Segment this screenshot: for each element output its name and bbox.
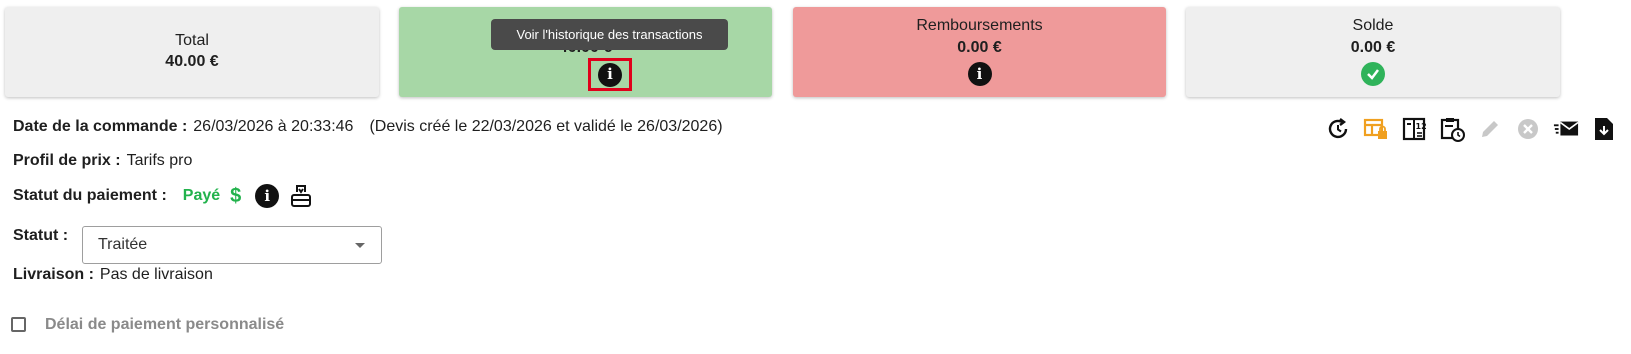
order-date-row: Date de la commande : 26/03/2026 à 20:33… [13,118,723,136]
refunds-info-icon[interactable]: i [967,62,992,86]
payment-terminal-icon[interactable] [289,183,313,209]
custom-payment-delay-label[interactable]: Délai de paiement personnalisé [45,316,284,334]
price-profile-row: Profil de prix : Tarifs pro [13,152,192,170]
payment-status-value: Payé [182,187,221,204]
status-row: Statut : [13,227,74,245]
refunds-value: 0.00 € [957,39,1002,56]
history-icon[interactable] [1325,116,1351,142]
send-email-icon[interactable] [1553,116,1579,142]
chevron-down-icon [355,243,365,248]
edit-icon[interactable] [1477,116,1503,142]
svg-text:12: 12 [1416,122,1427,131]
balance-title: Solde [1352,17,1394,34]
price-profile-value: Tarifs pro [126,152,193,169]
delivery-row: Livraison : Pas de livraison [13,266,213,284]
transactions-history-button[interactable]: i [588,58,632,91]
download-document-icon[interactable] [1591,116,1617,142]
calculator-icon[interactable]: 12 [1401,116,1427,142]
payment-status-row: Statut du paiement : Payé $ i [13,183,313,209]
status-select[interactable]: Traitée [82,226,382,264]
status-label: Statut : [13,227,69,244]
locked-table-icon[interactable] [1363,116,1389,142]
total-title: Total [175,32,209,49]
payment-status-label: Statut du paiement : [13,187,167,204]
dollar-icon: $ [230,184,242,207]
transactions-tooltip: Voir l'historique des transactions [491,19,728,50]
total-value: 40.00 € [165,53,219,70]
delivery-value: Pas de livraison [99,266,213,283]
delivery-label: Livraison : [13,266,94,283]
cancel-icon[interactable] [1515,116,1541,142]
quote-note: (Devis créé le 22/03/2026 et validé le 2… [369,118,723,135]
price-profile-label: Profil de prix : [13,152,121,169]
status-select-value: Traitée [98,236,148,253]
payment-info-icon[interactable]: i [255,184,280,208]
balance-card: Solde 0.00 € [1186,7,1560,97]
custom-payment-delay-checkbox[interactable] [11,317,26,332]
order-date-value: 26/03/2026 à 20:33:46 [193,118,354,135]
info-icon: i [598,62,622,87]
refunds-title: Remboursements [916,17,1043,34]
order-date-label: Date de la commande : [13,118,188,135]
total-card: Total 40.00 € [5,7,379,97]
balance-value: 0.00 € [1350,39,1396,56]
schedule-icon[interactable] [1439,116,1465,142]
balance-check-icon [1361,62,1385,86]
order-actions-toolbar: 12 [1325,116,1617,142]
refunds-card: Remboursements 0.00 € i [793,7,1166,97]
